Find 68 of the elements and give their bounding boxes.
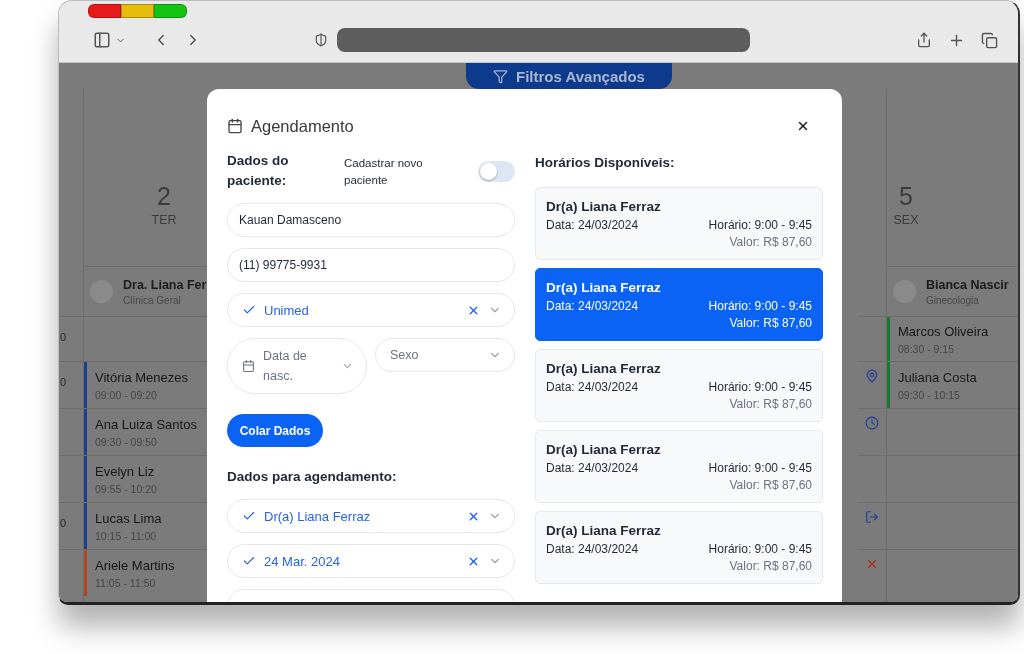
day-number: 5	[899, 181, 913, 211]
check-icon	[242, 303, 256, 317]
slot-date: Data: 24/03/2024	[546, 299, 639, 313]
toggle-switch[interactable]	[478, 161, 515, 182]
patient-name: Vitória Menezes	[95, 369, 188, 385]
section-title: Dados do paciente:	[227, 152, 290, 190]
slot-price: Valor: R$ 87,60	[729, 559, 812, 573]
slot-date: Data: 24/03/2024	[546, 461, 639, 475]
calendar-icon	[227, 118, 243, 134]
doctor-name: Bianca Nascir	[926, 277, 1009, 292]
weekday-label: TER	[151, 213, 177, 227]
patient-name: Juliana Costa	[898, 369, 977, 385]
patient-name: Evelyn Liz	[95, 463, 155, 479]
dialog-title: Agendamento	[251, 116, 354, 136]
sidebar-icon[interactable]	[93, 31, 111, 49]
phone-field[interactable]: (11) 99775-9931	[227, 248, 515, 282]
close-icon	[796, 119, 810, 133]
close-window-button[interactable]	[88, 4, 121, 18]
check-icon	[242, 509, 256, 523]
section-title: Horários Disponíveis:	[535, 154, 676, 172]
time-slot-card[interactable]: Dr(a) Liana Ferraz Data: 24/03/2024 Horário: 9:00 - 9:45 Valor: R$ 87,60	[535, 187, 823, 260]
maximize-window-button[interactable]	[154, 4, 187, 18]
map-pin-icon[interactable]	[865, 369, 879, 383]
paste-button[interactable]: Colar Dados	[227, 414, 323, 447]
share-icon[interactable]	[916, 32, 932, 48]
filter-button[interactable]: Filtros Avançados	[466, 63, 672, 89]
doctor-name: Dr(a) Liana Ferraz	[546, 280, 662, 295]
time-label: 0	[60, 517, 67, 529]
patient-name: Marcos Oliveira	[898, 323, 989, 339]
doctor-name: Dr(a) Liana Ferraz	[546, 523, 662, 538]
slot-time: Horário: 9:00 - 9:45	[708, 461, 812, 475]
slot-date: Data: 24/03/2024	[546, 542, 639, 556]
slot-price: Valor: R$ 87,60	[729, 235, 812, 249]
calendar-icon	[242, 359, 255, 373]
slot-date: Data: 24/03/2024	[546, 380, 639, 394]
slot-time: Horário: 9:00 - 9:45	[708, 380, 812, 394]
time-label: 0	[60, 331, 67, 343]
weekday-label: SEX	[893, 213, 919, 227]
slot-time: Horário: 9:00 - 9:45	[708, 542, 812, 556]
time-slot-card[interactable]: Dr(a) Liana Ferraz Data: 24/03/2024 Horário: 9:00 - 9:45 Valor: R$ 87,60	[535, 349, 823, 422]
slot-time: Horário: 9:00 - 9:45	[708, 299, 812, 313]
time-slot-card[interactable]: Dr(a) Liana Ferraz Data: 24/03/2024 Horário: 9:00 - 9:45 Valor: R$ 87,60	[535, 268, 823, 341]
section-title: Dados para agendamento:	[227, 468, 398, 486]
day-number: 2	[157, 181, 171, 211]
slot-price: Valor: R$ 87,60	[729, 316, 812, 330]
doctor-name: Dr(a) Liana Ferraz	[546, 361, 662, 376]
logout-icon[interactable]	[865, 510, 879, 524]
slot-time: Horário: 9:00 - 9:45	[708, 218, 812, 232]
booking-select[interactable]: Dr(a) Liana Ferraz	[227, 499, 515, 533]
slot-price: Valor: R$ 87,60	[729, 478, 812, 492]
doctor-name: Dra. Liana Fer	[123, 277, 207, 292]
slot-date: Data: 24/03/2024	[546, 218, 639, 232]
filter-icon	[493, 68, 509, 84]
shield-icon[interactable]	[314, 33, 328, 47]
patient-name: Ana Luiza Santos	[95, 416, 197, 432]
doctor-name: Dr(a) Liana Ferraz	[546, 199, 662, 214]
patient-name: Ariele Martins	[95, 557, 175, 573]
name-field[interactable]: Kauan Damasceno	[227, 203, 515, 237]
patient-name: Lucas Lima	[95, 510, 162, 526]
toggle-label: Cadastrar novo paciente	[344, 156, 424, 188]
time-slot-card[interactable]: Dr(a) Liana Ferraz Data: 24/03/2024 Horário: 9:00 - 9:45 Valor: R$ 87,60	[535, 511, 823, 584]
slot-price: Valor: R$ 87,60	[729, 397, 812, 411]
time-label: 0	[60, 376, 67, 388]
tabs-icon[interactable]	[981, 31, 998, 49]
check-icon	[242, 554, 256, 568]
clock-icon[interactable]	[865, 416, 879, 430]
doctor-name: Dr(a) Liana Ferraz	[546, 442, 662, 457]
time-slot-card[interactable]: Dr(a) Liana Ferraz Data: 24/03/2024 Horário: 9:00 - 9:45 Valor: R$ 87,60	[535, 430, 823, 503]
